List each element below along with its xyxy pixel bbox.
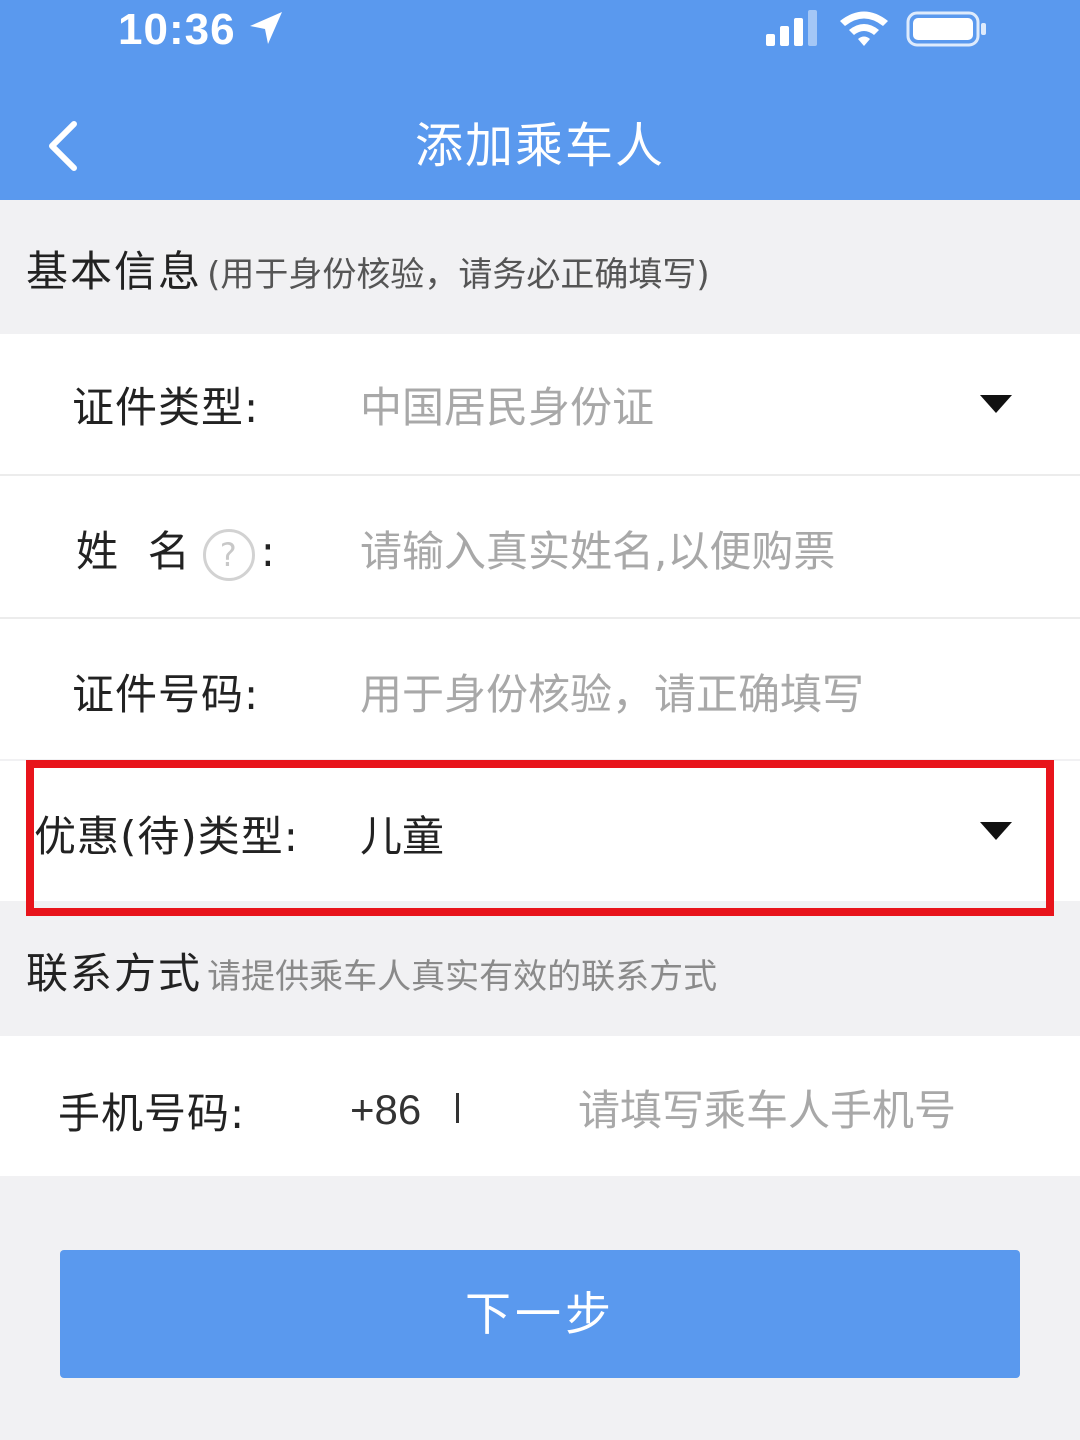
wifi-icon xyxy=(840,11,888,46)
help-icon[interactable]: ? xyxy=(202,528,255,581)
discount-type-label: 优惠(待)类型: xyxy=(34,812,299,861)
discount-type-value[interactable]: 儿童 xyxy=(360,803,444,864)
name-row[interactable]: 姓 名?: 请输入真实姓名,以便购票 xyxy=(0,476,1080,617)
battery-icon xyxy=(906,11,986,47)
name-input[interactable]: 请输入真实姓名,以便购票 xyxy=(360,518,835,579)
basic-info-title: 基本信息 xyxy=(26,247,203,296)
name-colon: : xyxy=(260,527,276,576)
page-title: 添加乘车人 xyxy=(414,118,665,174)
basic-info-hint: (用于身份核验，请务必正确填写) xyxy=(207,255,710,295)
name-label-group: 姓 名?: xyxy=(76,518,276,581)
contact-title: 联系方式 xyxy=(26,949,203,998)
location-arrow-icon xyxy=(250,12,282,44)
id-number-input[interactable]: 用于身份核验，请正确填写 xyxy=(360,661,864,722)
id-type-label: 证件类型: xyxy=(72,383,260,432)
phone-input[interactable] xyxy=(578,1078,1018,1142)
status-time: 10:36 xyxy=(118,5,236,54)
discount-type-row[interactable]: 优惠(待)类型: 儿童 xyxy=(0,761,1080,901)
id-number-label: 证件号码: xyxy=(72,670,260,719)
id-number-row[interactable]: 证件号码: 用于身份核验，请正确填写 xyxy=(0,619,1080,759)
header-bar: 10:36 添加乘车人 xyxy=(0,0,1080,200)
cellular-signal-icon xyxy=(766,10,817,46)
divider xyxy=(456,1093,459,1123)
id-type-row[interactable]: 证件类型: 中国居民身份证 xyxy=(0,334,1080,474)
phone-label: 手机号码: xyxy=(58,1089,246,1138)
contact-hint: 请提供乘车人真实有效的联系方式 xyxy=(207,957,718,997)
next-button[interactable]: 下一步 xyxy=(60,1250,1020,1378)
id-type-value[interactable]: 中国居民身份证 xyxy=(360,374,654,435)
basic-info-header: 基本信息 (用于身份核验，请务必正确填写) xyxy=(26,242,710,302)
contact-header: 联系方式 请提供乘车人真实有效的联系方式 xyxy=(26,944,717,1004)
dropdown-triangle-icon[interactable] xyxy=(978,818,1014,844)
dropdown-triangle-icon[interactable] xyxy=(978,391,1014,417)
name-label: 姓 名 xyxy=(76,527,191,576)
country-code[interactable]: +86 xyxy=(350,1080,421,1140)
